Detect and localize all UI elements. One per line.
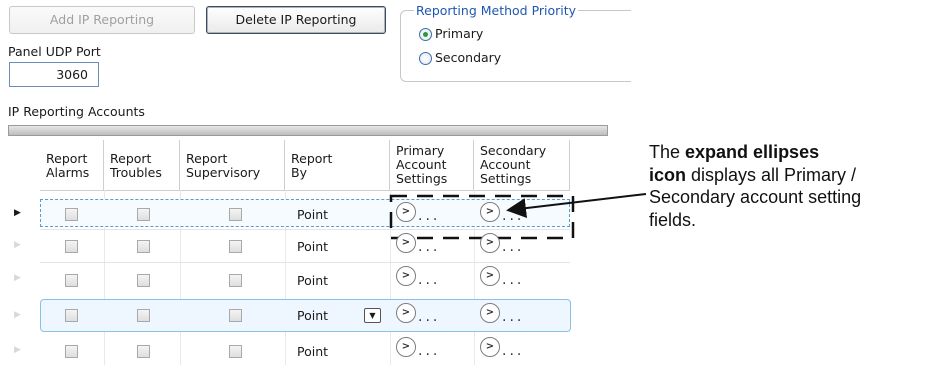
report-troubles-checkbox[interactable] [137, 345, 150, 358]
header-text: Settings [396, 171, 448, 186]
report-alarms-checkbox[interactable] [65, 345, 78, 358]
table-row[interactable]: ▶ Point ▼ > ... > ... [0, 299, 580, 331]
report-supervisory-checkbox[interactable] [229, 345, 242, 358]
annotation-line-1: The expand ellipses [649, 141, 936, 164]
expand-ellipses-icon[interactable]: > [396, 337, 416, 357]
table-row[interactable]: ▶ Point > ... > ... [0, 334, 580, 366]
primary-ellipsis[interactable]: ... [418, 239, 440, 255]
report-troubles-checkbox[interactable] [137, 274, 150, 287]
annotation-callout-text: The expand ellipses icon displays all Pr… [649, 141, 936, 231]
annotation-line-4: fields. [649, 209, 697, 230]
row-selector-triangle-icon: ▶ [14, 240, 21, 250]
expand-ellipses-icon[interactable]: > [480, 337, 500, 357]
reporting-method-priority-group [400, 10, 631, 82]
row-selector-triangle-icon: ▶ [14, 345, 21, 355]
primary-ellipsis[interactable]: ... [418, 343, 440, 359]
delete-ip-reporting-button[interactable]: Delete IP Reporting [206, 6, 386, 34]
chevron-down-icon[interactable]: ▼ [364, 308, 381, 323]
header-text: Troubles [110, 165, 162, 180]
header-text: Report [110, 151, 152, 166]
report-troubles-checkbox[interactable] [137, 309, 150, 322]
report-troubles-checkbox[interactable] [137, 208, 150, 221]
header-text: Account [396, 157, 447, 172]
report-by-value[interactable]: Point [297, 273, 328, 288]
header-text: Report [186, 151, 228, 166]
row-selector-triangle-icon: ▶ [14, 310, 21, 320]
primary-ellipsis[interactable]: ... [418, 309, 440, 325]
expand-ellipses-icon[interactable]: > [480, 266, 500, 286]
table-row[interactable]: ▶ Point > ... > ... [0, 229, 580, 261]
secondary-radio-label: Secondary [435, 50, 502, 65]
secondary-ellipsis[interactable]: ... [502, 309, 524, 325]
expand-ellipses-icon[interactable]: > [396, 233, 416, 253]
annotation-bold-text: expand ellipses [685, 142, 820, 162]
table-row[interactable]: ▶ Point > ... > ... [0, 262, 580, 294]
header-report-alarms[interactable]: Report Alarms [40, 140, 104, 190]
report-by-value[interactable]: Point [297, 207, 328, 222]
radio-selected-dot [423, 32, 428, 37]
header-report-supervisory[interactable]: Report Supervisory [180, 140, 285, 190]
header-text: Primary [396, 143, 445, 158]
header-text: Report [46, 151, 88, 166]
report-alarms-checkbox[interactable] [65, 208, 78, 221]
annotation-text: The [649, 142, 686, 162]
secondary-ellipsis[interactable]: ... [502, 343, 524, 359]
row-selector-triangle-icon: ▶ [14, 208, 21, 218]
report-supervisory-checkbox[interactable] [229, 240, 242, 253]
annotation-line-2: icon displays all Primary / [649, 164, 936, 187]
report-by-value[interactable]: Point [297, 308, 328, 323]
expand-ellipses-icon[interactable]: > [480, 233, 500, 253]
expand-ellipses-icon[interactable]: > [396, 303, 416, 323]
ip-reporting-accounts-title: IP Reporting Accounts [8, 104, 145, 119]
primary-radio[interactable] [419, 28, 432, 41]
expand-ellipses-icon[interactable]: > [480, 303, 500, 323]
report-supervisory-checkbox[interactable] [229, 274, 242, 287]
primary-ellipsis[interactable]: ... [418, 272, 440, 288]
secondary-ellipsis[interactable]: ... [502, 272, 524, 288]
report-troubles-checkbox[interactable] [137, 240, 150, 253]
header-text: Supervisory [186, 165, 261, 180]
expand-ellipses-icon[interactable]: > [396, 266, 416, 286]
primary-radio-label: Primary [435, 26, 484, 41]
header-text: Alarms [46, 165, 90, 180]
annotation-bold-text: icon [649, 164, 687, 185]
secondary-ellipsis[interactable]: ... [502, 239, 524, 255]
report-alarms-checkbox[interactable] [65, 240, 78, 253]
header-primary-account-settings[interactable]: Primary Account Settings [390, 140, 474, 190]
horizontal-scrollbar[interactable] [8, 125, 608, 136]
annotation-line-3: Secondary account setting [649, 187, 862, 207]
panel-udp-port-label: Panel UDP Port [8, 44, 101, 59]
report-by-value[interactable]: Point [297, 344, 328, 359]
report-alarms-checkbox[interactable] [65, 309, 78, 322]
report-supervisory-checkbox[interactable] [229, 309, 242, 322]
add-ip-reporting-button[interactable]: Add IP Reporting [9, 6, 195, 34]
report-alarms-checkbox[interactable] [65, 274, 78, 287]
annotation-text: displays all Primary / [686, 164, 857, 185]
reporting-method-priority-legend: Reporting Method Priority [414, 3, 579, 18]
report-supervisory-checkbox[interactable] [229, 208, 242, 221]
report-by-value[interactable]: Point [297, 239, 328, 254]
header-text: Report [291, 151, 333, 166]
header-text: By [291, 165, 307, 180]
row-selector-triangle-icon: ▶ [14, 273, 21, 283]
secondary-radio[interactable] [419, 52, 432, 65]
header-report-troubles[interactable]: Report Troubles [104, 140, 180, 190]
panel-udp-port-input[interactable]: 3060 [9, 62, 99, 87]
header-text: Secondary [480, 143, 547, 158]
header-report-by[interactable]: Report By [285, 140, 390, 190]
